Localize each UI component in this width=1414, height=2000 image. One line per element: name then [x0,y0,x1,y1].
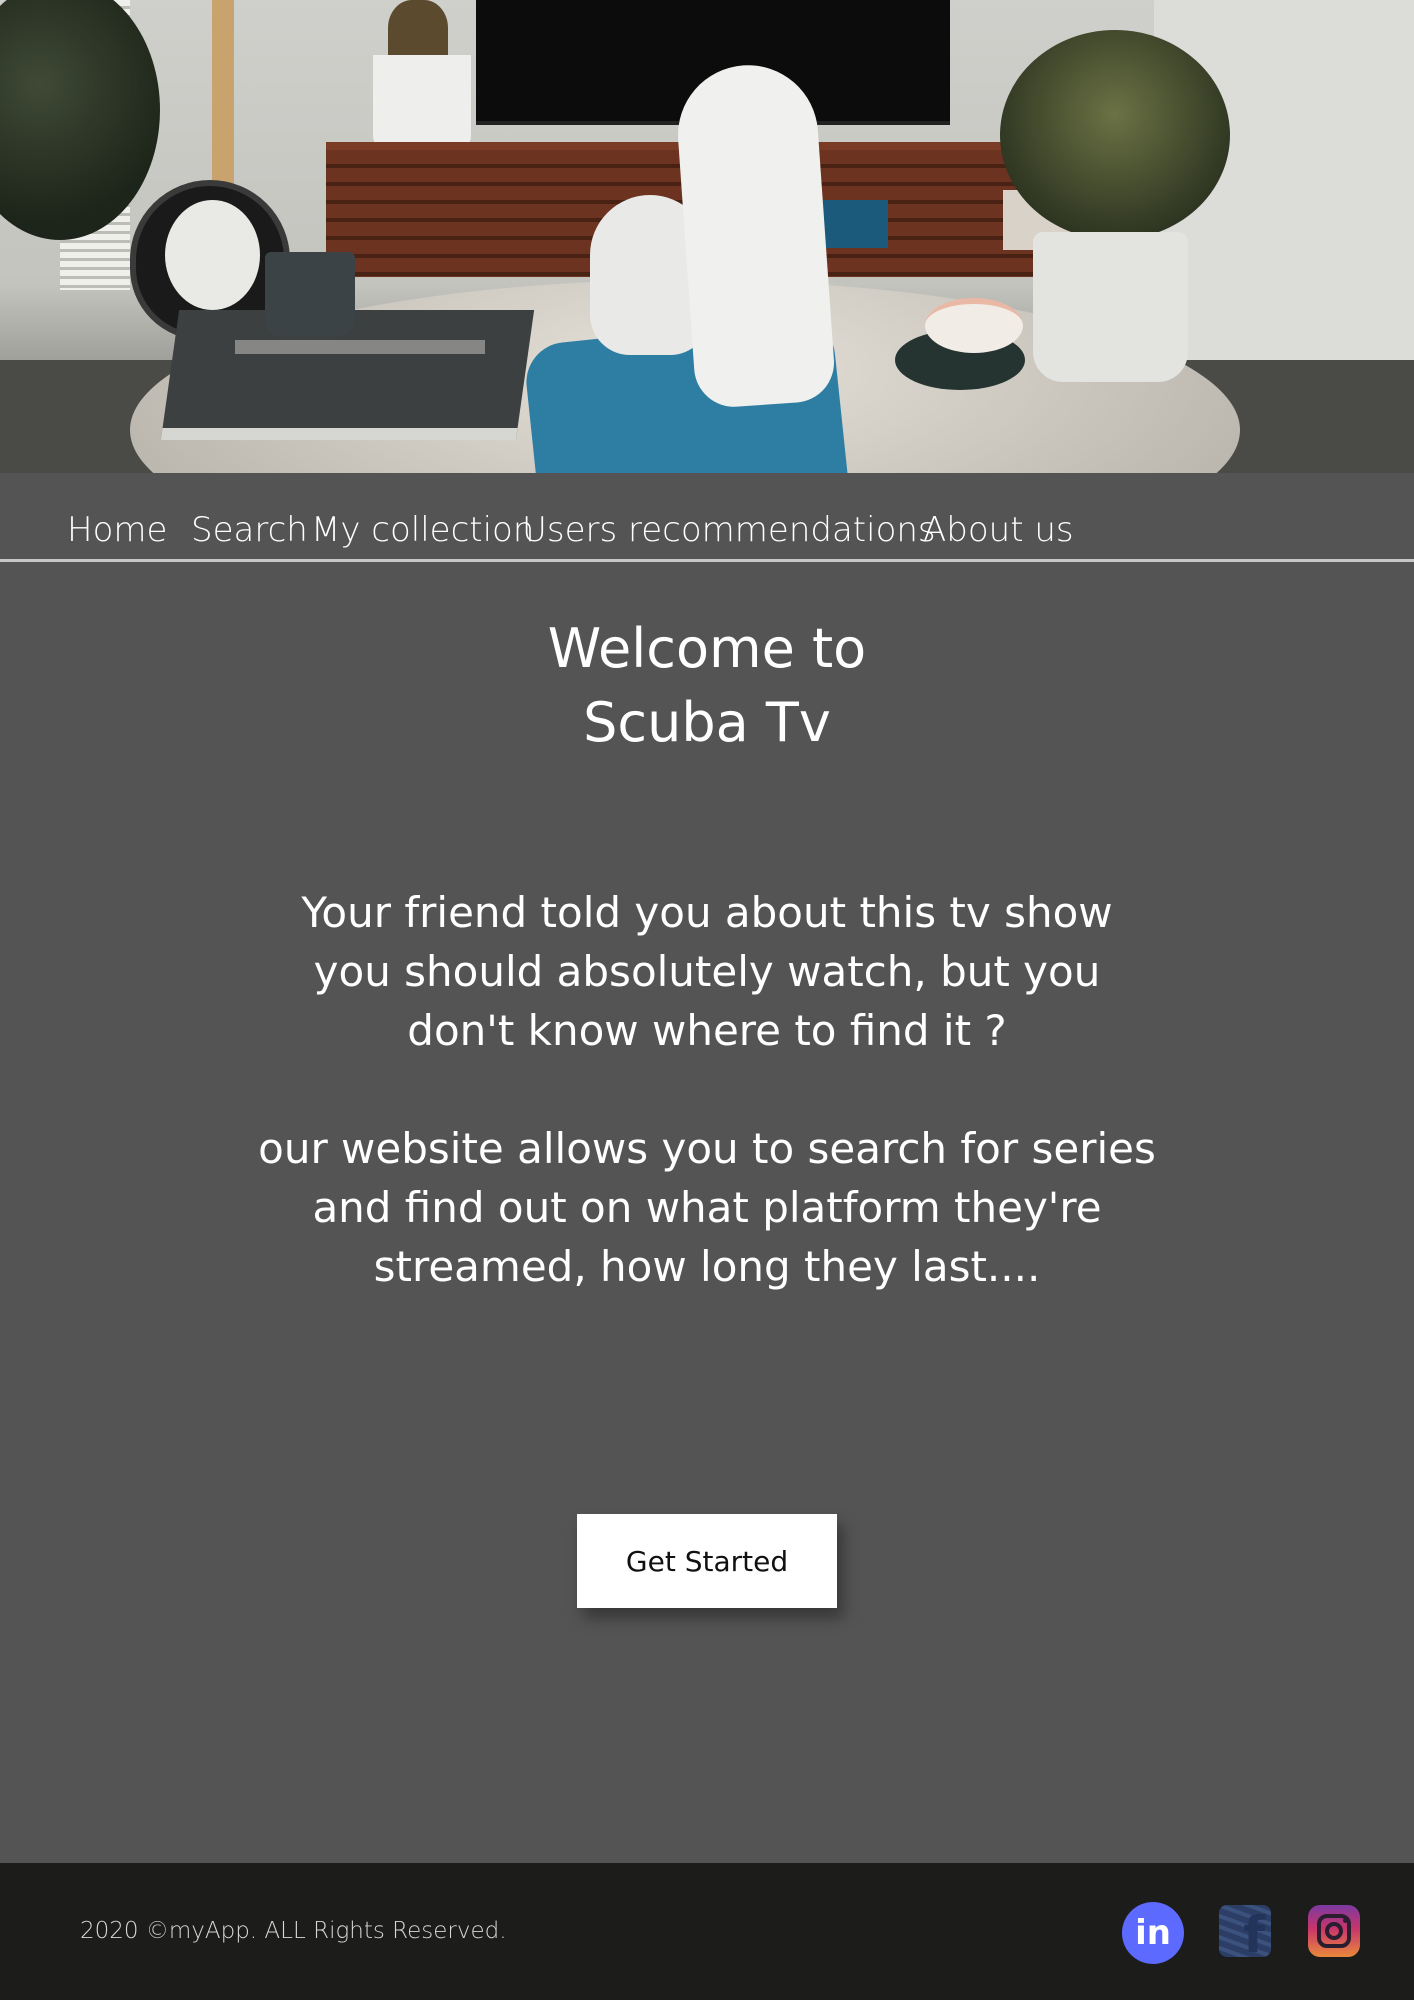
page-title-line1: Welcome to [547,617,867,680]
nav-item-home[interactable]: Home [67,500,167,560]
nav-item-search[interactable]: Search [191,500,308,560]
nav-item-about-us[interactable]: About us [923,500,1074,560]
instagram-icon[interactable] [1308,1905,1360,1957]
linkedin-icon[interactable]: in [1122,1902,1184,1964]
nav-item-users-recommendations[interactable]: Users recommendations [522,500,936,560]
page-title: Welcome to Scuba Tv [357,612,1057,760]
get-started-button[interactable]: Get Started [577,1514,837,1608]
nav-item-my-collection[interactable]: My collection [311,500,534,560]
copyright-text: 2020 ©myApp. ALL Rights Reserved. [80,1918,507,1944]
hero-image [0,0,1414,473]
facebook-icon[interactable]: f [1219,1905,1271,1964]
intro-paragraph-1: Your friend told you about this tv show … [301,888,1113,1055]
page-title-line2: Scuba Tv [583,691,831,754]
intro-paragraph-2: our website allows you to search for ser… [258,1124,1156,1291]
nav-divider [0,559,1414,562]
intro-text: Your friend told you about this tv show … [257,883,1157,1355]
